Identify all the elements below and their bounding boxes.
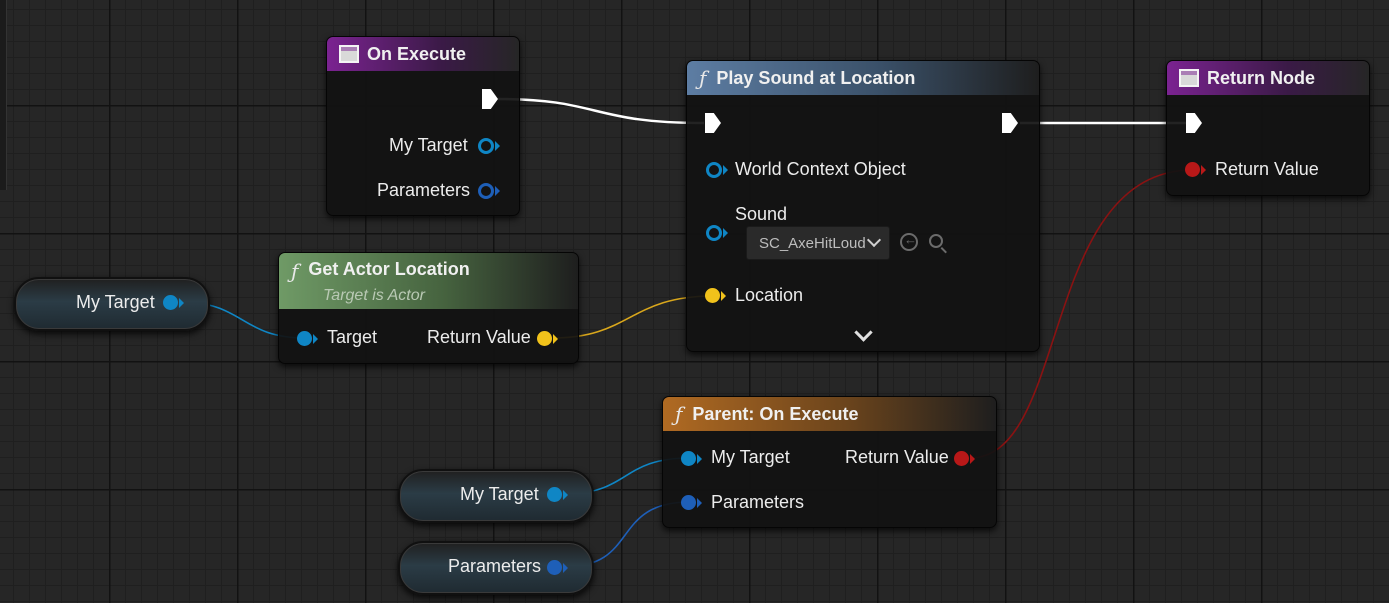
my-target-variable-pin-2[interactable]: [547, 487, 562, 502]
on-execute-parameters-pin[interactable]: [478, 183, 494, 199]
pin-arrow: [313, 334, 318, 344]
target-label: Target: [327, 327, 378, 347]
return-value-label: Return Value: [1215, 159, 1319, 179]
parent-return-value-label: Return Value: [845, 447, 949, 467]
pin-arrow: [723, 165, 728, 175]
parameters-variable-label: Parameters: [448, 556, 542, 576]
parent-on-execute-header[interactable]: ƒ Parent: On Execute: [663, 397, 996, 431]
location-label: Location: [735, 285, 804, 305]
on-execute-title: On Execute: [367, 43, 467, 64]
sound-asset-dropdown[interactable]: SC_AxeHitLoud: [746, 226, 890, 260]
pin-arrow: [553, 334, 558, 344]
parent-parameters-pin[interactable]: [681, 495, 696, 510]
parent-parameters-label: Parameters: [711, 492, 805, 512]
on-execute-header[interactable]: On Execute: [327, 37, 519, 71]
pin-arrow: [721, 291, 726, 301]
return-node-header[interactable]: Return Node: [1167, 61, 1369, 95]
pin-arrow: [723, 228, 728, 238]
parent-my-target-label: My Target: [711, 447, 790, 467]
function-icon: ƒ: [291, 259, 299, 283]
on-execute-my-target-pin[interactable]: [478, 138, 494, 154]
play-sound-title: Play Sound at Location: [716, 67, 916, 88]
play-sound-header[interactable]: ƒ Play Sound at Location: [687, 61, 1039, 95]
get-actor-location-return-pin[interactable]: [537, 331, 552, 346]
my-target-variable-pin[interactable]: [163, 295, 178, 310]
get-actor-location-header[interactable]: ƒ Get Actor Location Target is Actor: [279, 253, 578, 309]
return-node-title: Return Node: [1207, 67, 1315, 88]
pin-arrow: [495, 141, 500, 151]
pin-arrow: [563, 490, 568, 500]
event-icon: [1179, 69, 1199, 87]
sound-label: Sound: [735, 204, 788, 224]
pin-arrow: [179, 298, 184, 308]
my-target-variable-label-2: My Target: [460, 484, 539, 504]
location-pin[interactable]: [705, 288, 720, 303]
parent-on-execute-title: Parent: On Execute: [692, 403, 859, 424]
my-target-variable-label: My Target: [76, 292, 155, 312]
get-actor-location-return-label: Return Value: [427, 327, 531, 347]
use-selected-asset-icon[interactable]: [900, 232, 918, 251]
get-actor-location-title: Get Actor Location: [308, 259, 470, 279]
exec-wire-execute-to-playsound: [497, 97, 705, 125]
sound-pin[interactable]: [706, 225, 722, 241]
on-execute-my-target-label: My Target: [389, 135, 468, 155]
parameters-variable-pin[interactable]: [547, 560, 562, 575]
pin-arrow: [495, 186, 500, 196]
world-context-pin[interactable]: [706, 162, 722, 178]
pin-arrow: [697, 454, 702, 464]
pin-arrow: [970, 454, 975, 464]
pin-arrow: [563, 563, 568, 573]
search-icon[interactable]: [929, 234, 943, 248]
sound-asset-value: SC_AxeHitLoud: [759, 234, 866, 252]
world-context-label: World Context Object: [735, 159, 906, 179]
pin-arrow: [1201, 165, 1206, 175]
pin-arrow: [697, 498, 702, 508]
on-execute-parameters-label: Parameters: [377, 180, 471, 200]
parent-my-target-pin[interactable]: [681, 451, 696, 466]
function-icon: ƒ: [699, 66, 707, 90]
event-icon: [339, 45, 359, 63]
return-value-pin[interactable]: [1185, 162, 1200, 177]
get-actor-location-subtitle: Target is Actor: [323, 287, 425, 304]
chevron-down-icon: [866, 232, 882, 248]
function-icon: ƒ: [675, 402, 683, 426]
target-pin[interactable]: [297, 331, 312, 346]
parent-return-value-pin[interactable]: [954, 451, 969, 466]
panel-edge: [0, 0, 7, 190]
